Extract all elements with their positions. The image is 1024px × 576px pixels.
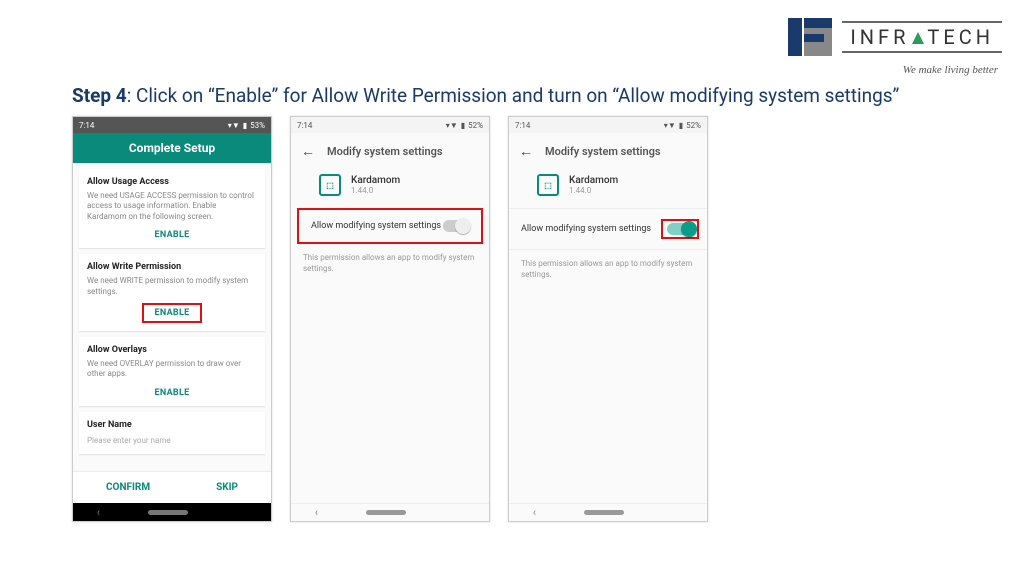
toggle-switch-off[interactable] — [443, 220, 469, 232]
app-row: ⬚ Kardamom 1.44.0 — [291, 170, 489, 208]
android-navbar: ‹ — [509, 503, 707, 521]
step-heading: Step 4: Click on “Enable” for Allow Writ… — [72, 84, 899, 107]
wifi-icon: ▾▼ — [446, 121, 458, 130]
status-time: 7:14 — [79, 121, 94, 130]
skip-button[interactable]: SKIP — [216, 482, 238, 493]
nav-home-pill[interactable] — [148, 510, 188, 515]
statusbar: 7:14 ▾▼ ▮ 53% — [73, 117, 271, 133]
brand-name-left: INFR — [850, 25, 909, 49]
permission-description: This permission allows an app to modify … — [291, 244, 489, 282]
brand-name-right: TECH — [927, 25, 994, 49]
toggle-label: Allow modifying system settings — [521, 224, 651, 234]
header-title: Modify system settings — [327, 145, 443, 158]
header-title: Modify system settings — [545, 145, 661, 158]
toggle-label: Allow modifying system settings — [311, 221, 441, 231]
app-version: 1.44.0 — [569, 186, 618, 195]
status-battery: 52% — [468, 121, 483, 130]
app-name: Kardamom — [351, 175, 400, 186]
card-usage-access: Allow Usage Access We need USAGE ACCESS … — [79, 169, 265, 248]
bottom-bar: CONFIRM SKIP — [73, 471, 271, 503]
toggle-switch-on[interactable] — [667, 223, 693, 235]
battery-icon: ▮ — [243, 121, 247, 130]
confirm-button[interactable]: CONFIRM — [106, 482, 150, 493]
brand-tagline: We make living better — [903, 64, 998, 76]
toggle-highlight — [661, 219, 699, 239]
card-text: We need USAGE ACCESS permission to contr… — [87, 191, 257, 222]
phone-screenshot-1: 7:14 ▾▼ ▮ 53% Complete Setup Allow Usage… — [72, 116, 272, 522]
system-header: ← Modify system settings — [291, 133, 489, 170]
android-navbar: ‹ — [73, 503, 271, 521]
app-row: ⬚ Kardamom 1.44.0 — [509, 170, 707, 208]
toggle-row-highlighted[interactable]: Allow modifying system settings — [297, 208, 483, 244]
phone-screenshot-2: 7:14 ▾▼ ▮ 52% ← Modify system settings ⬚… — [290, 116, 490, 522]
status-time: 7:14 — [515, 121, 530, 130]
status-battery: 52% — [686, 121, 701, 130]
enable-button[interactable]: ENABLE — [87, 230, 257, 240]
card-overlays: Allow Overlays We need OVERLAY permissio… — [79, 337, 265, 406]
username-input[interactable]: Please enter your name — [87, 436, 257, 446]
nav-home-pill[interactable] — [584, 510, 624, 515]
battery-icon: ▮ — [679, 121, 683, 130]
back-arrow-icon[interactable]: ← — [519, 143, 533, 160]
screen-header: Complete Setup — [73, 133, 271, 163]
toggle-row[interactable]: Allow modifying system settings — [509, 208, 707, 250]
nav-home-pill[interactable] — [366, 510, 406, 515]
enable-button[interactable]: ENABLE — [87, 388, 257, 398]
back-arrow-icon[interactable]: ← — [301, 143, 315, 160]
app-name: Kardamom — [569, 175, 618, 186]
app-icon: ⬚ — [537, 174, 559, 196]
card-text: We need WRITE permission to modify syste… — [87, 276, 257, 297]
card-title: Allow Overlays — [87, 345, 257, 355]
logo-text: INFR TECH — [842, 21, 1002, 53]
app-icon: ⬚ — [319, 174, 341, 196]
card-title: Allow Usage Access — [87, 177, 257, 187]
card-title: Allow Write Permission — [87, 262, 257, 272]
card-title: User Name — [87, 420, 257, 430]
statusbar: 7:14 ▾▼ ▮ 52% — [291, 117, 489, 133]
brand-logo: INFR TECH — [788, 18, 1002, 56]
step-number: Step 4 — [72, 84, 127, 107]
logo-nf-icon — [788, 18, 832, 56]
card-user-name: User Name Please enter your name — [79, 412, 265, 454]
system-header: ← Modify system settings — [509, 133, 707, 170]
status-battery: 53% — [250, 121, 265, 130]
nav-back-icon[interactable]: ‹ — [533, 506, 536, 519]
status-time: 7:14 — [297, 121, 312, 130]
battery-icon: ▮ — [461, 121, 465, 130]
wifi-icon: ▾▼ — [228, 121, 240, 130]
wifi-icon: ▾▼ — [664, 121, 676, 130]
enable-button-highlighted[interactable]: ENABLE — [142, 303, 201, 323]
card-write-permission: Allow Write Permission We need WRITE per… — [79, 254, 265, 331]
phone-screenshot-3: 7:14 ▾▼ ▮ 52% ← Modify system settings ⬚… — [508, 116, 708, 522]
statusbar: 7:14 ▾▼ ▮ 52% — [509, 117, 707, 133]
step-text: : Click on “Enable” for Allow Write Perm… — [127, 84, 900, 107]
nav-back-icon[interactable]: ‹ — [97, 506, 100, 519]
nav-back-icon[interactable]: ‹ — [315, 506, 318, 519]
android-navbar: ‹ — [291, 503, 489, 521]
card-text: We need OVERLAY permission to draw over … — [87, 359, 257, 380]
app-version: 1.44.0 — [351, 186, 400, 195]
logo-triangle-icon — [912, 32, 924, 44]
permission-description: This permission allows an app to modify … — [509, 250, 707, 288]
